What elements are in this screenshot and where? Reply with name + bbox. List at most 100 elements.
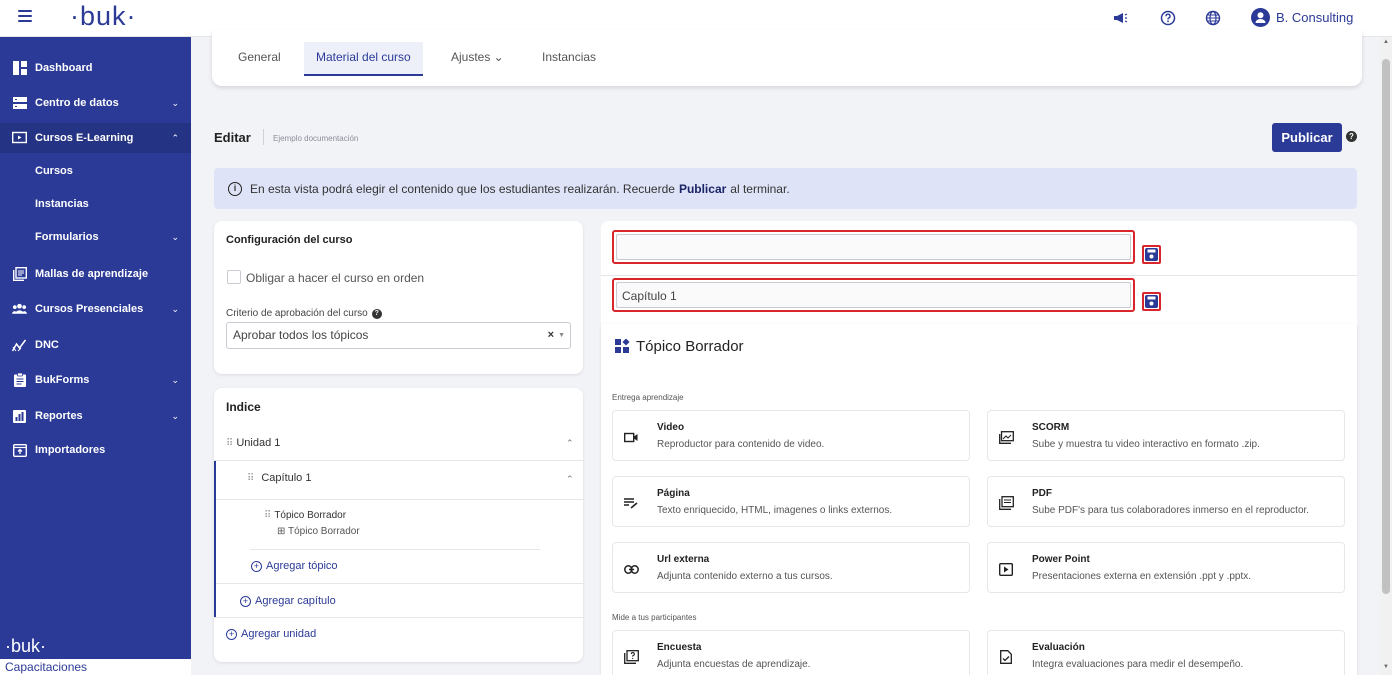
sidebar-item-centro-de-datos[interactable]: Centro de datos ⌄ <box>0 88 191 118</box>
tile-url-externa[interactable]: Url externa Adjunta contenido externo a … <box>612 542 970 593</box>
help-icon[interactable] <box>1159 9 1177 27</box>
publish-button[interactable]: Publicar <box>1272 123 1342 152</box>
tile-encuesta[interactable]: Encuesta Adjunta encuestas de aprendizaj… <box>612 630 970 675</box>
criteria-label: Criterio de aprobación del curso ? <box>226 308 382 319</box>
unit-name-value[interactable] <box>616 234 1131 260</box>
criteria-select[interactable]: Aprobar todos los tópicos × ▼ <box>226 322 571 349</box>
drag-handle-icon[interactable]: ⠿ <box>264 510 271 521</box>
divider <box>214 617 583 618</box>
footer-logo: ·buk· <box>5 636 47 656</box>
add-unit-label: Agregar unidad <box>241 628 317 640</box>
pdf-icon <box>998 495 1014 511</box>
sidebar-item-reportes[interactable]: Reportes ⌄ <box>0 401 191 431</box>
tab-material-del-curso[interactable]: Material del curso <box>304 42 423 76</box>
plus-circle-icon: + <box>226 628 237 640</box>
tile-desc: Integra evaluaciones para medir el desem… <box>1032 659 1244 670</box>
tile-title: Evaluación <box>1032 642 1085 653</box>
add-chapter-label: Agregar capítulo <box>255 595 336 607</box>
sidebar-item-label: DNC <box>35 339 59 351</box>
sidebar-subitem-instancias[interactable]: Instancias <box>35 198 89 210</box>
add-chapter-link[interactable]: + Agregar capítulo <box>240 595 336 607</box>
tile-title: Página <box>657 488 690 499</box>
index-chapter-row[interactable]: ⠿ Capítulo 1 <box>247 472 311 484</box>
powerpoint-icon <box>998 561 1014 577</box>
language-globe-icon[interactable] <box>1204 9 1222 27</box>
buk-logo[interactable]: ·buk· <box>70 1 137 32</box>
clear-icon[interactable]: × <box>548 323 554 348</box>
sidebar-item-importadores[interactable]: Importadores <box>0 435 191 465</box>
drag-handle-icon[interactable]: ⠿ <box>247 473 254 484</box>
page-title: Editar <box>214 130 251 145</box>
curriculum-icon <box>12 267 27 282</box>
sidebar-item-cursos-e-learning[interactable]: Cursos E-Learning ⌃ <box>0 123 191 153</box>
chapter-label: Capítulo 1 <box>261 472 312 484</box>
announcement-icon[interactable] <box>1111 9 1129 27</box>
page-scrollbar[interactable]: ▲ ▼ <box>1380 37 1392 675</box>
save-chapter-button[interactable] <box>1142 292 1161 311</box>
help-icon[interactable]: ? <box>371 308 382 319</box>
save-unit-button[interactable] <box>1142 245 1161 264</box>
tile-title: Video <box>657 422 685 433</box>
tile-desc: Sube PDF's para tus colaboradores inmers… <box>1032 505 1310 516</box>
tab-ajustes[interactable]: Ajustes ⌄ <box>451 50 504 64</box>
collapse-unit-icon[interactable]: ⌃ <box>566 438 574 449</box>
menu-icon[interactable] <box>18 10 32 22</box>
sidebar-item-dashboard[interactable]: Dashboard <box>0 53 191 83</box>
chevron-up-icon: ⌃ <box>171 133 179 143</box>
tile-power-point[interactable]: Power Point Presentaciones externa en ex… <box>987 542 1345 593</box>
tile-title: Url externa <box>657 554 710 565</box>
tile-pagina[interactable]: Página Texto enriquecido, HTML, imagenes… <box>612 476 970 527</box>
tile-desc: Sube y muestra tu video interactivo en f… <box>1032 439 1260 450</box>
chapter-name-value[interactable]: Capítulo 1 <box>616 282 1131 308</box>
scroll-up-icon[interactable]: ▲ <box>1380 39 1392 45</box>
divider <box>601 275 1357 276</box>
sidebar-item-cursos-presenciales[interactable]: Cursos Presenciales ⌄ <box>0 294 191 324</box>
tile-video[interactable]: Video Reproductor para contenido de vide… <box>612 410 970 461</box>
collapse-chapter-icon[interactable]: ⌃ <box>566 474 574 485</box>
chevron-down-icon: ⌄ <box>171 232 179 242</box>
scroll-down-icon[interactable]: ▼ <box>1380 664 1392 670</box>
tile-evaluacion[interactable]: Evaluación Integra evaluaciones para med… <box>987 630 1345 675</box>
sidebar-item-bukforms[interactable]: BukForms ⌄ <box>0 365 191 395</box>
topic-editor: Tópico Borrador Entrega aprendizaje Vide… <box>601 324 1357 675</box>
evaluation-icon <box>998 649 1014 665</box>
avatar <box>1251 7 1270 27</box>
chapter-editor: Capítulo 1 <box>601 221 1357 324</box>
sidebar-subitem-formularios[interactable]: Formularios ⌄ <box>0 222 191 252</box>
drag-handle-icon[interactable]: ⠿ <box>226 438 233 449</box>
report-icon <box>12 409 27 424</box>
user-menu[interactable]: B. Consulting <box>1251 6 1353 28</box>
scroll-thumb[interactable] <box>1382 59 1390 594</box>
banner-text-end: al terminar. <box>730 181 790 196</box>
index-topic-row[interactable]: ⠿ Tópico Borrador <box>264 510 346 521</box>
user-name: B. Consulting <box>1276 9 1354 25</box>
sidebar-subitem-cursos[interactable]: Cursos <box>35 165 73 177</box>
sidebar-item-label: Centro de datos <box>35 97 119 109</box>
topic-type: Tópico Borrador <box>288 526 360 537</box>
section-label-measure: Mide a tus participantes <box>612 613 697 622</box>
divider <box>216 499 583 500</box>
tab-general[interactable]: General <box>238 50 281 64</box>
tile-scorm[interactable]: SCORM Sube y muestra tu video interactiv… <box>987 410 1345 461</box>
save-icon <box>1145 295 1158 308</box>
add-topic-label: Agregar tópico <box>266 560 338 572</box>
sidebar-item-label: Dashboard <box>35 62 93 74</box>
add-topic-link[interactable]: + Agregar tópico <box>251 560 338 572</box>
topic-type-row: ⊞ Tópico Borrador <box>277 526 360 537</box>
publish-help-icon[interactable]: ? <box>1346 131 1357 142</box>
sidebar-item-label: Mallas de aprendizaje <box>35 268 149 280</box>
chapter-name-field[interactable]: Capítulo 1 <box>612 278 1135 312</box>
add-unit-link[interactable]: + Agregar unidad <box>226 628 316 640</box>
topic-name: Tópico Borrador <box>274 510 347 521</box>
order-checkbox[interactable] <box>227 270 241 284</box>
index-unit-row[interactable]: ⠿ Unidad 1 <box>226 437 280 449</box>
chevron-down-icon: ⌄ <box>171 304 179 314</box>
unit-name-field[interactable] <box>612 230 1135 264</box>
sidebar-item-dnc[interactable]: DNC <box>0 330 191 360</box>
sidebar-item-mallas[interactable]: Mallas de aprendizaje <box>0 259 191 289</box>
tab-instancias[interactable]: Instancias <box>542 50 596 64</box>
tile-desc: Adjunta contenido externo a tus cursos. <box>657 571 833 582</box>
tile-pdf[interactable]: PDF Sube PDF's para tus colaboradores in… <box>987 476 1345 527</box>
index-card: Indice ⠿ Unidad 1 ⌃ ⠿ Capítulo 1 ⌃ ⠿ Tópico… <box>214 388 583 662</box>
tile-title: Power Point <box>1032 554 1090 565</box>
